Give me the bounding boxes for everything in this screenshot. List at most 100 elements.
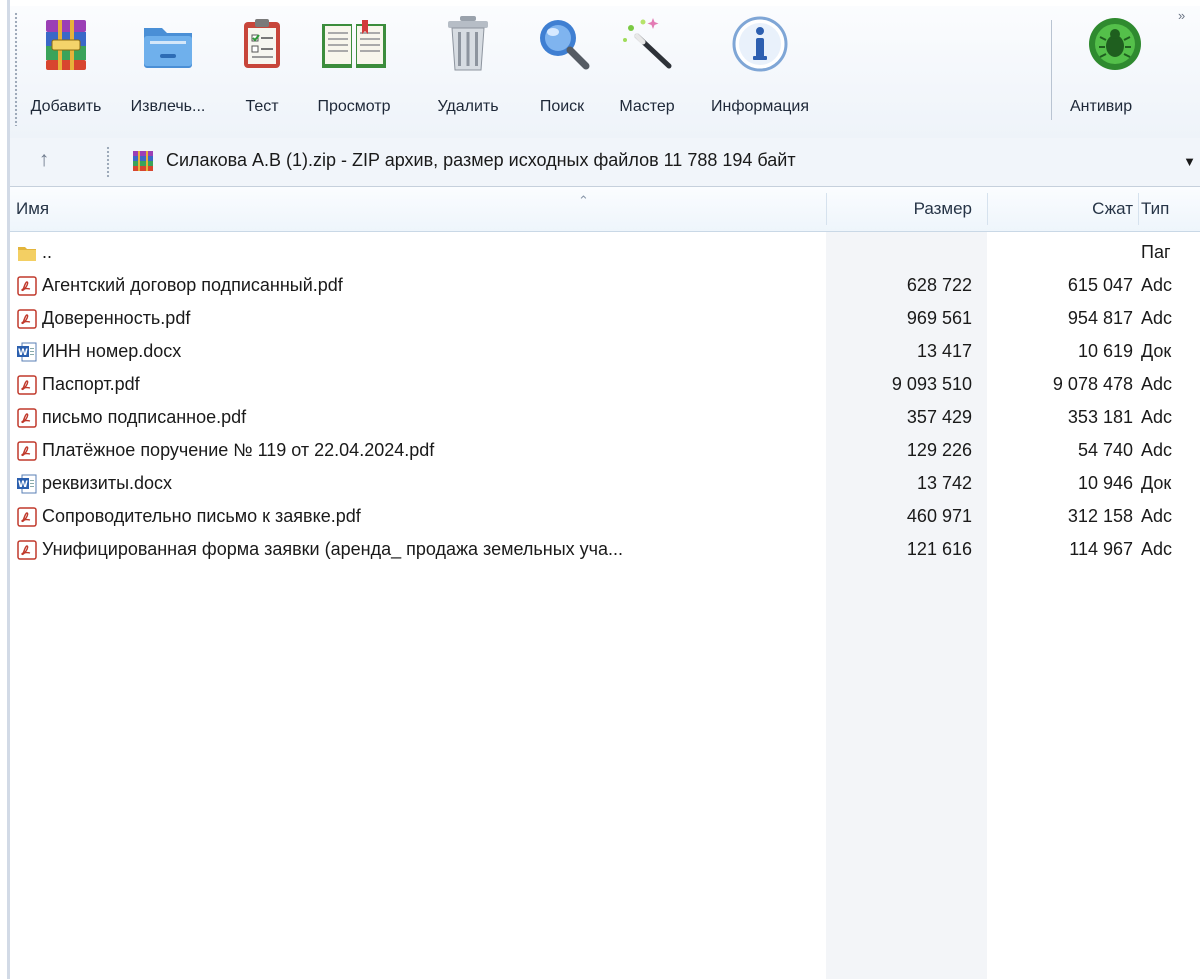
file-row[interactable]: W ИНН номер.docx 13 417 10 619 Док: [10, 335, 1200, 368]
test-button[interactable]: Тест: [232, 6, 292, 136]
file-type: Adc: [1141, 407, 1173, 427]
file-row[interactable]: .. Паг: [10, 236, 1200, 269]
file-packed-size: 312 158: [1067, 506, 1133, 526]
add-button[interactable]: Добавить: [24, 6, 108, 136]
winrar-add-icon: [36, 14, 96, 74]
pdf-icon: [16, 275, 38, 297]
test-label: Тест: [245, 98, 279, 115]
extract-button[interactable]: Извлечь...: [111, 6, 225, 136]
file-type: Паг: [1141, 242, 1171, 262]
find-button[interactable]: Поиск: [522, 6, 602, 136]
magic-wand-icon: [617, 14, 677, 74]
file-row[interactable]: Сопроводительно письмо к заявке.pdf 460 9…: [10, 500, 1200, 533]
delete-label: Удалить: [437, 98, 499, 115]
wizard-label: Мастер: [619, 98, 675, 115]
wizard-button[interactable]: Мастер: [604, 6, 690, 136]
file-row[interactable]: Доверенность.pdf 969 561 954 817 Adc: [10, 302, 1200, 335]
word-icon: W: [16, 341, 38, 363]
view-label: Просмотр: [317, 98, 391, 115]
info-icon: [730, 14, 790, 74]
file-size: 13 742: [916, 473, 972, 493]
up-folder-button[interactable]: ↑: [32, 146, 56, 174]
file-list-header: Имя Размер Сжат Тип: [10, 187, 1200, 232]
antivirus-bug-icon: [1085, 14, 1145, 74]
file-row[interactable]: Паспорт.pdf 9 093 510 9 078 478 Adc: [10, 368, 1200, 401]
file-type: Adc: [1141, 440, 1173, 460]
file-name: Паспорт.pdf: [42, 374, 140, 394]
view-button[interactable]: Просмотр: [295, 6, 413, 136]
file-name: реквизиты.docx: [42, 473, 173, 493]
file-type: Adc: [1141, 308, 1173, 328]
info-button[interactable]: Информация: [692, 6, 828, 136]
file-name: Сопроводительно письмо к заявке.pdf: [42, 506, 361, 526]
file-name: письмо подписанное.pdf: [42, 407, 247, 427]
column-header-type[interactable]: Тип: [1141, 187, 1200, 231]
sort-indicator-icon: ⌃: [578, 193, 589, 208]
test-clipboard-icon: [232, 14, 292, 74]
window-left-edge: [0, 0, 10, 979]
column-header-packed[interactable]: Сжат: [987, 187, 1133, 231]
file-packed-size: 54 740: [1077, 440, 1133, 460]
file-row[interactable]: письмо подписанное.pdf 357 429 353 181 Adc: [10, 401, 1200, 434]
pdf-icon: [16, 506, 38, 528]
file-size: 13 417: [916, 341, 972, 361]
file-size: 969 561: [906, 308, 972, 328]
column-header-name[interactable]: Имя: [16, 187, 826, 231]
antivirus-button[interactable]: Антивир: [1060, 6, 1170, 136]
word-icon: W: [16, 473, 38, 495]
file-name: Платёжное поручение № 119 от 22.04.2024.…: [42, 440, 435, 460]
file-size: 460 971: [906, 506, 972, 526]
file-packed-size: 114 967: [1069, 539, 1133, 559]
extract-folder-icon: [138, 14, 198, 74]
file-size: 9 093 510: [891, 374, 972, 394]
pdf-icon: [16, 308, 38, 330]
file-type: Док: [1141, 341, 1172, 361]
toolbar: Добавить Извлечь... Тест Просмотр Удалит…: [10, 6, 1200, 138]
winrar-window: Добавить Извлечь... Тест Просмотр Удалит…: [10, 6, 1200, 979]
path-dropdown-button[interactable]: ▼: [1183, 154, 1196, 169]
pdf-icon: [16, 407, 38, 429]
toolbar-grip[interactable]: [14, 12, 18, 126]
delete-button[interactable]: Удалить: [415, 6, 521, 136]
archive-path-field[interactable]: Силакова А.В (1).zip - ZIP архив, размер…: [118, 144, 1200, 178]
column-divider[interactable]: [1138, 193, 1139, 225]
file-row[interactable]: Агентский договор подписанный.pdf 628 722…: [10, 269, 1200, 302]
toolbar-overflow-button[interactable]: »: [1178, 8, 1185, 23]
add-label: Добавить: [30, 98, 102, 115]
file-name: Доверенность.pdf: [42, 308, 191, 328]
file-size: 357 429: [906, 407, 972, 427]
svg-text:W: W: [18, 348, 28, 358]
file-packed-size: 353 181: [1067, 407, 1133, 427]
file-name: Агентский договор подписанный.pdf: [42, 275, 343, 295]
address-bar: ↑ Силакова А.В (1).zip - ZIP архив, разм…: [10, 138, 1200, 187]
column-header-size[interactable]: Размер: [826, 187, 972, 231]
find-label: Поиск: [539, 98, 585, 115]
view-book-icon: [318, 14, 390, 74]
file-name: ..: [42, 242, 53, 262]
zip-archive-icon: [132, 150, 154, 172]
toolbar-separator: [1051, 20, 1052, 120]
address-grip: [106, 146, 110, 178]
antivirus-label: Антивир: [1070, 98, 1133, 115]
pdf-icon: [16, 440, 38, 462]
file-size: 121 616: [906, 539, 972, 559]
file-type: Adc: [1141, 506, 1173, 526]
magnifier-icon: [532, 14, 592, 74]
file-row[interactable]: Платёжное поручение № 119 от 22.04.2024.…: [10, 434, 1200, 467]
file-size: [826, 236, 972, 269]
pdf-icon: [16, 539, 38, 561]
file-packed-size: 954 817: [1067, 308, 1133, 328]
file-name: Унифицированная форма заявки (аренда_ пр…: [42, 539, 624, 559]
svg-text:W: W: [18, 480, 28, 490]
pdf-icon: [16, 374, 38, 396]
file-type: Док: [1141, 473, 1172, 493]
file-packed-size: 615 047: [1067, 275, 1133, 295]
file-size: 129 226: [906, 440, 972, 460]
file-row[interactable]: W реквизиты.docx 13 742 10 946 Док: [10, 467, 1200, 500]
file-row[interactable]: Унифицированная форма заявки (аренда_ пр…: [10, 533, 1200, 566]
folder-up-icon: [16, 242, 38, 264]
file-packed-size: 9 078 478: [1052, 374, 1133, 394]
archive-path-text: Силакова А.В (1).zip - ZIP архив, размер…: [166, 150, 796, 170]
file-packed-size: 10 619: [1077, 341, 1133, 361]
file-packed-size: 10 946: [1077, 473, 1133, 493]
